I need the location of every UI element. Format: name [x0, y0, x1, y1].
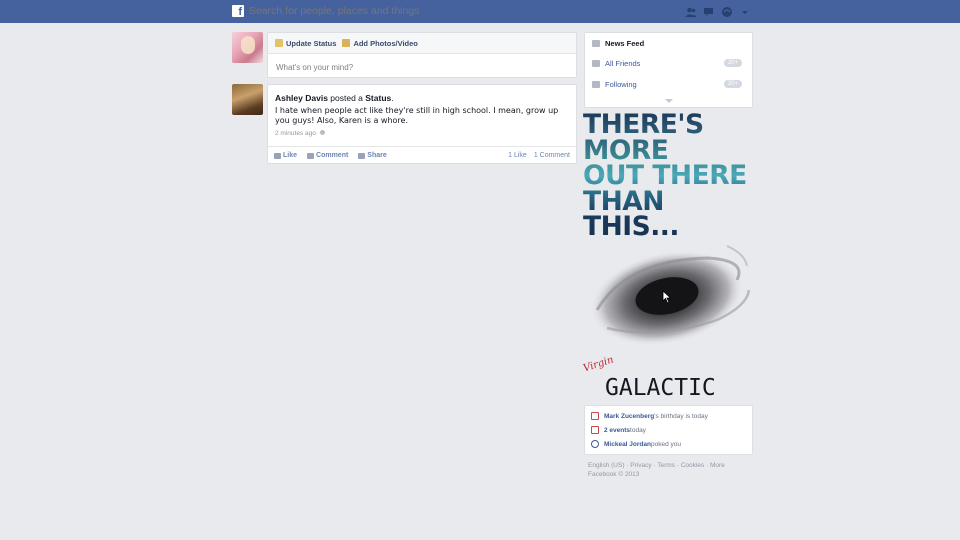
comment-label: Comment — [316, 152, 349, 159]
status-input[interactable]: What's on your mind? — [268, 54, 576, 81]
profile-avatar[interactable] — [232, 32, 263, 63]
nav-label-following: Following — [605, 79, 637, 89]
nav-item-news-feed[interactable]: News Feed — [585, 33, 752, 53]
right-nav: News Feed All Friends 20+ Following 20+ — [584, 32, 753, 108]
add-photos-label: Add Photos/Video — [353, 38, 418, 48]
news-feed-icon — [592, 39, 600, 47]
expand-chevron-icon[interactable] — [665, 99, 673, 103]
sponsored-ad[interactable]: THERE'S MORE OUT THERE THAN THIS... Virg… — [582, 112, 754, 402]
post-header: Ashley Davis posted a Status. — [275, 93, 394, 103]
footer-links[interactable]: English (US) · Privacy · Terms · Cookies… — [588, 461, 753, 470]
globe-icon — [319, 130, 325, 135]
galactic-brand: GALACTIC — [605, 375, 716, 401]
chevron-down-icon[interactable] — [739, 5, 751, 17]
add-photos-tab[interactable]: Add Photos/Video — [342, 38, 418, 48]
reminders-box: Mark Zucenberg's birthday is today 2 eve… — [584, 405, 753, 455]
likes-count-link[interactable]: 1 Like — [508, 152, 527, 159]
reminder-birthday[interactable]: Mark Zucenberg's birthday is today — [591, 411, 708, 421]
reminder-events-text: today — [630, 426, 646, 434]
ad-headline-line: THERE'S — [583, 109, 704, 140]
update-status-label: Update Status — [286, 38, 337, 48]
like-label: Like — [283, 152, 298, 159]
mouse-cursor-icon — [662, 290, 672, 304]
reminder-birthday-text: 's birthday is today — [654, 412, 708, 420]
ad-headline-line: THIS... — [583, 211, 679, 243]
reminder-birthday-name: Mark Zucenberg — [604, 412, 655, 420]
friends-icon[interactable] — [685, 5, 697, 17]
count-badge: 20+ — [723, 59, 742, 67]
share-button[interactable]: Share — [358, 152, 387, 159]
nav-label-all-friends: All Friends — [605, 58, 641, 68]
post-action-suffix: . — [391, 93, 394, 103]
friends-list-icon — [592, 59, 600, 67]
notifications-icon[interactable] — [721, 5, 733, 17]
poke-icon — [591, 440, 599, 448]
reminder-poke-text: poked you — [650, 440, 681, 448]
reminder-poke-name: Mickeal Jordan — [604, 440, 651, 448]
photo-icon — [342, 39, 351, 47]
following-icon — [592, 80, 600, 88]
top-bar: f — [0, 0, 960, 23]
comment-button[interactable]: Comment — [307, 152, 348, 159]
post-action-text: posted a — [327, 93, 366, 103]
ad-headline-line: OUT THERE — [583, 160, 747, 192]
nav-label-news-feed: News Feed — [605, 38, 645, 48]
thumbs-up-icon — [274, 152, 281, 159]
update-status-tab[interactable]: Update Status — [275, 39, 336, 48]
post-author-name[interactable]: Ashley Davis — [275, 93, 328, 103]
count-badge: 20+ — [723, 80, 742, 88]
post-author-avatar[interactable] — [232, 84, 263, 115]
share-label: Share — [367, 152, 387, 159]
calendar-icon — [591, 426, 599, 434]
reminder-poke[interactable]: Mickeal Jordan poked you — [591, 439, 681, 449]
messages-icon[interactable] — [703, 5, 715, 17]
post-text: I hate when people act like they're stil… — [275, 106, 559, 125]
post-actions: Like Comment Share 1 Like 1 Comment — [268, 146, 576, 164]
post-time-label: 2 minutes ago — [275, 130, 316, 137]
facebook-logo-icon[interactable]: f — [232, 5, 244, 17]
reminder-events-count: 2 events — [604, 426, 631, 434]
search-input[interactable] — [249, 4, 549, 19]
post-timestamp[interactable]: 2 minutes ago — [275, 130, 325, 137]
reminder-events[interactable]: 2 events today — [591, 425, 646, 435]
footer-copyright: Facebook © 2013 — [588, 471, 640, 478]
feed-post: Ashley Davis posted a Status. I hate whe… — [267, 84, 577, 164]
nav-item-following[interactable]: Following 20+ — [585, 74, 752, 94]
footer: English (US) · Privacy · Terms · Cookies… — [588, 461, 753, 479]
gift-icon — [591, 412, 599, 420]
post-action-object[interactable]: Status — [365, 93, 391, 103]
status-icon — [275, 39, 283, 47]
ad-headline: THERE'S MORE OUT THERE THAN THIS... — [583, 112, 754, 240]
share-icon — [358, 152, 366, 159]
status-composer: Update Status Add Photos/Video What's on… — [267, 32, 577, 78]
virgin-logo: Virgin — [582, 354, 616, 375]
like-button[interactable]: Like — [274, 152, 297, 159]
nav-item-all-friends[interactable]: All Friends 20+ — [585, 53, 752, 73]
comment-icon — [307, 152, 315, 159]
comments-count-link[interactable]: 1 Comment — [534, 152, 570, 159]
